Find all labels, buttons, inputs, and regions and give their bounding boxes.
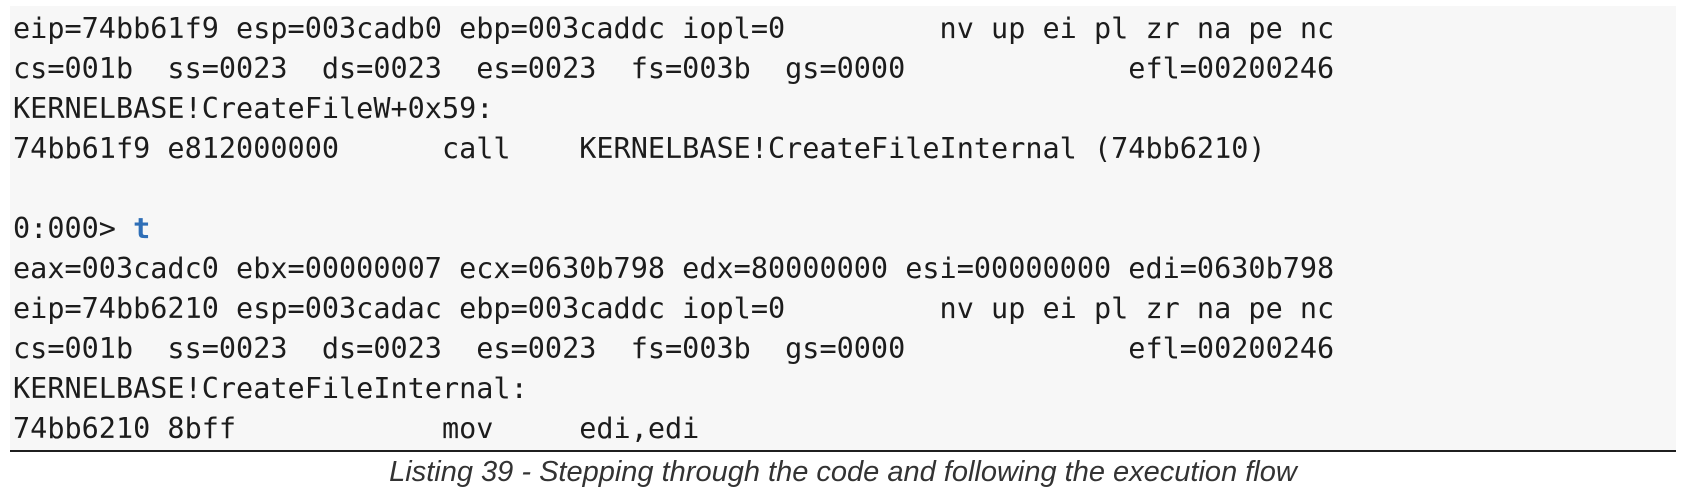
- code-block: eip=74bb61f9 esp=003cadb0 ebp=003caddc i…: [13, 9, 1334, 449]
- symbol-line: KERNELBASE!CreateFileInternal:: [13, 372, 528, 405]
- register-line: eip=74bb61f9 esp=003cadb0 ebp=003caddc i…: [13, 12, 1335, 45]
- listing-caption: Listing 39 - Stepping through the code a…: [389, 456, 1297, 488]
- segment-register-line: cs=001b ss=0023 ds=0023 es=0023 fs=003b …: [13, 332, 1335, 365]
- symbol-line: KERNELBASE!CreateFileW+0x59:: [13, 92, 494, 125]
- register-line: eip=74bb6210 esp=003cadac ebp=003caddc i…: [13, 292, 1335, 325]
- disassembly-line: 74bb61f9 e812000000 call KERNELBASE!Crea…: [13, 132, 1266, 165]
- disassembly-line: 74bb6210 8bff mov edi,edi: [13, 412, 700, 445]
- debugger-prompt: 0:000>: [13, 212, 134, 245]
- segment-register-line: cs=001b ss=0023 ds=0023 es=0023 fs=003b …: [13, 52, 1335, 85]
- code-listing: eip=74bb61f9 esp=003cadb0 ebp=003caddc i…: [10, 6, 1676, 452]
- debugger-prompt-line: 0:000> t: [13, 209, 1334, 249]
- register-line: eax=003cadc0 ebx=00000007 ecx=0630b798 e…: [13, 252, 1335, 285]
- debugger-command: t: [133, 212, 151, 245]
